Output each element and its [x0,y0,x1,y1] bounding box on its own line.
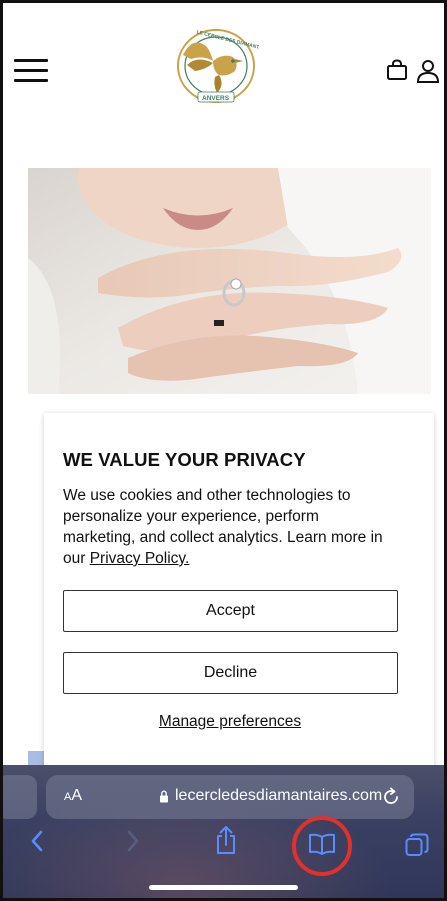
highlight-circle-annotation [292,816,352,876]
accept-button[interactable]: Accept [63,590,398,632]
home-indicator[interactable] [149,885,298,890]
chevron-right-icon[interactable] [125,829,141,853]
dialog-title: WE VALUE YOUR PRIVACY [63,449,306,470]
hamburger-icon[interactable] [14,59,48,83]
dialog-body-text: We use cookies and other technologies to… [63,485,388,569]
privacy-policy-link[interactable]: Privacy Policy. [90,550,190,567]
shopping-bag-icon[interactable] [386,59,408,81]
phone-screen: LE CERCLE DES DIAMANTAIRES ANVERS WE VAL… [0,0,447,901]
previous-tab-address-bar[interactable] [3,775,37,819]
url-display[interactable]: lecercledesdiamantaires.com [175,787,382,805]
tabs-icon[interactable] [405,833,429,857]
share-icon[interactable] [215,825,237,855]
eagle-seal-logo: LE CERCLE DES DIAMANTAIRES ANVERS [177,29,275,103]
privacy-consent-dialog: WE VALUE YOUR PRIVACY We use cookies and… [44,413,434,773]
address-bar[interactable]: AA lecercledesdiamantaires.com [46,775,414,819]
brand-logo[interactable]: LE CERCLE DES DIAMANTAIRES ANVERS [173,25,275,107]
logo-city-text: ANVERS [202,95,230,102]
user-icon[interactable] [415,58,441,84]
text-size-button[interactable]: AA [64,787,82,805]
chevron-left-icon[interactable] [29,829,45,853]
decline-button[interactable]: Decline [63,652,398,694]
hero-image [28,168,431,394]
lock-icon [160,790,168,803]
reload-icon[interactable] [380,786,402,808]
manage-preferences-link[interactable]: Manage preferences [44,713,416,731]
